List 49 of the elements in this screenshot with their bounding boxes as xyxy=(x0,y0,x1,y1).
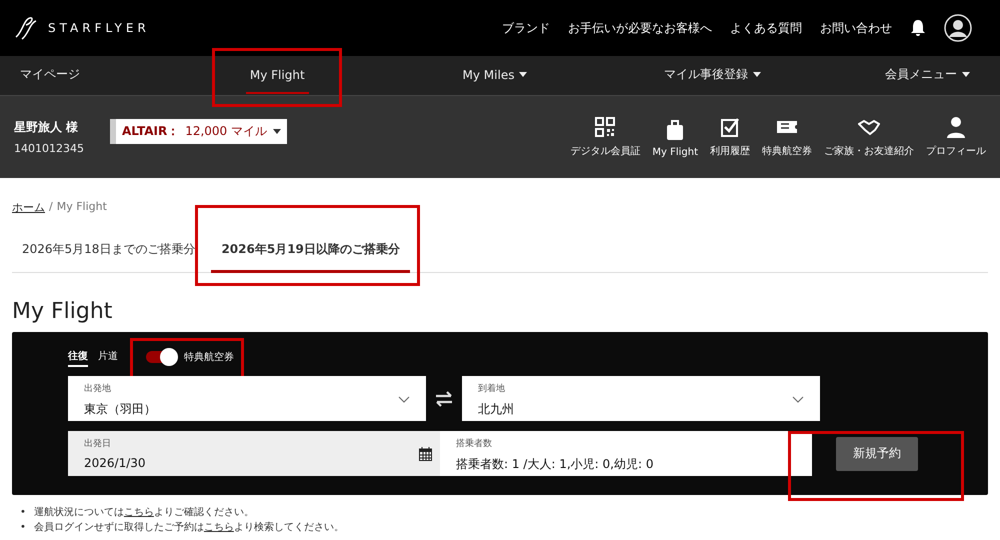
shortcut-link[interactable]: ご家族・お友達紹介 xyxy=(824,116,914,158)
member-name: 星野旅人 様 xyxy=(14,119,80,136)
member-number: 1401012345 xyxy=(14,142,84,155)
breadcrumb-current: My Flight xyxy=(56,200,107,215)
calendar-icon xyxy=(419,447,432,461)
bell-icon[interactable] xyxy=(910,19,926,37)
nav-item[interactable]: マイページ xyxy=(16,56,84,95)
nav-item[interactable]: マイル事後登録 xyxy=(660,56,766,95)
link[interactable]: こちら xyxy=(204,522,234,533)
logo-text: STARFLYER xyxy=(48,21,150,35)
header-link[interactable]: よくある質問 xyxy=(730,20,802,36)
breadcrumb-link[interactable]: ホーム xyxy=(12,200,45,215)
trip-type-tab[interactable]: 往復 xyxy=(68,347,88,367)
qr-code-icon xyxy=(594,116,616,138)
shortcut-link[interactable]: 利用履歴 xyxy=(710,116,750,158)
award-toggle[interactable] xyxy=(146,351,176,363)
avatar-icon[interactable] xyxy=(944,14,972,42)
shortcut-link[interactable]: 特典航空券 xyxy=(762,116,812,158)
nav-item[interactable]: My Flight xyxy=(246,58,309,94)
checklist-icon xyxy=(719,116,741,138)
header-link[interactable]: ブランド xyxy=(502,20,550,36)
note-text: 会員ログインせずに取得したご予約はこちら より検索してください。 xyxy=(34,520,344,535)
shortcut-link[interactable]: プロフィール xyxy=(926,116,986,158)
breadcrumb-separator: / xyxy=(49,200,53,215)
bullet: • xyxy=(20,521,26,535)
passenger-field[interactable]: 搭乗者数 搭乗者数: 1 /大人: 1,小児: 0,幼児: 0 xyxy=(440,431,812,476)
toggle-label: 特典航空券 xyxy=(184,350,234,364)
page-title: My Flight xyxy=(12,299,114,324)
link[interactable]: こちら xyxy=(124,507,154,518)
tab[interactable]: 2026年5月19日以降のご搭乗分 xyxy=(211,229,410,273)
header-link[interactable]: お問い合わせ xyxy=(820,20,892,36)
person-icon xyxy=(945,116,967,138)
header-link[interactable]: お手伝いが必要なお客様へ xyxy=(568,20,712,36)
trip-type-tab[interactable]: 片道 xyxy=(98,347,118,367)
bullet: • xyxy=(20,506,26,520)
origin-select[interactable]: 出発地 東京（羽田） xyxy=(68,376,426,421)
swap-icon[interactable] xyxy=(434,390,454,406)
miles-dropdown[interactable]: ALTAIR： 12,000 マイル xyxy=(110,118,288,144)
nav-item[interactable]: 会員メニュー xyxy=(881,56,974,95)
nav-item[interactable]: My Miles xyxy=(458,58,532,94)
note-text: 運航状況についてはこちら よりご確認ください。 xyxy=(34,506,254,520)
new-booking-button[interactable]: 新規予約 xyxy=(836,436,918,470)
chevron-down-icon xyxy=(792,396,804,404)
shortcut-link[interactable]: My Flight xyxy=(652,119,698,158)
date-field[interactable]: 出発日 2026/1/30 xyxy=(68,431,440,476)
chevron-down-icon xyxy=(398,396,410,404)
destination-select[interactable]: 到着地 北九州 xyxy=(462,376,820,421)
tab[interactable]: 2026年5月18日までのご搭乗分 xyxy=(12,229,206,273)
shortcut-link[interactable]: デジタル会員証 xyxy=(570,116,640,158)
